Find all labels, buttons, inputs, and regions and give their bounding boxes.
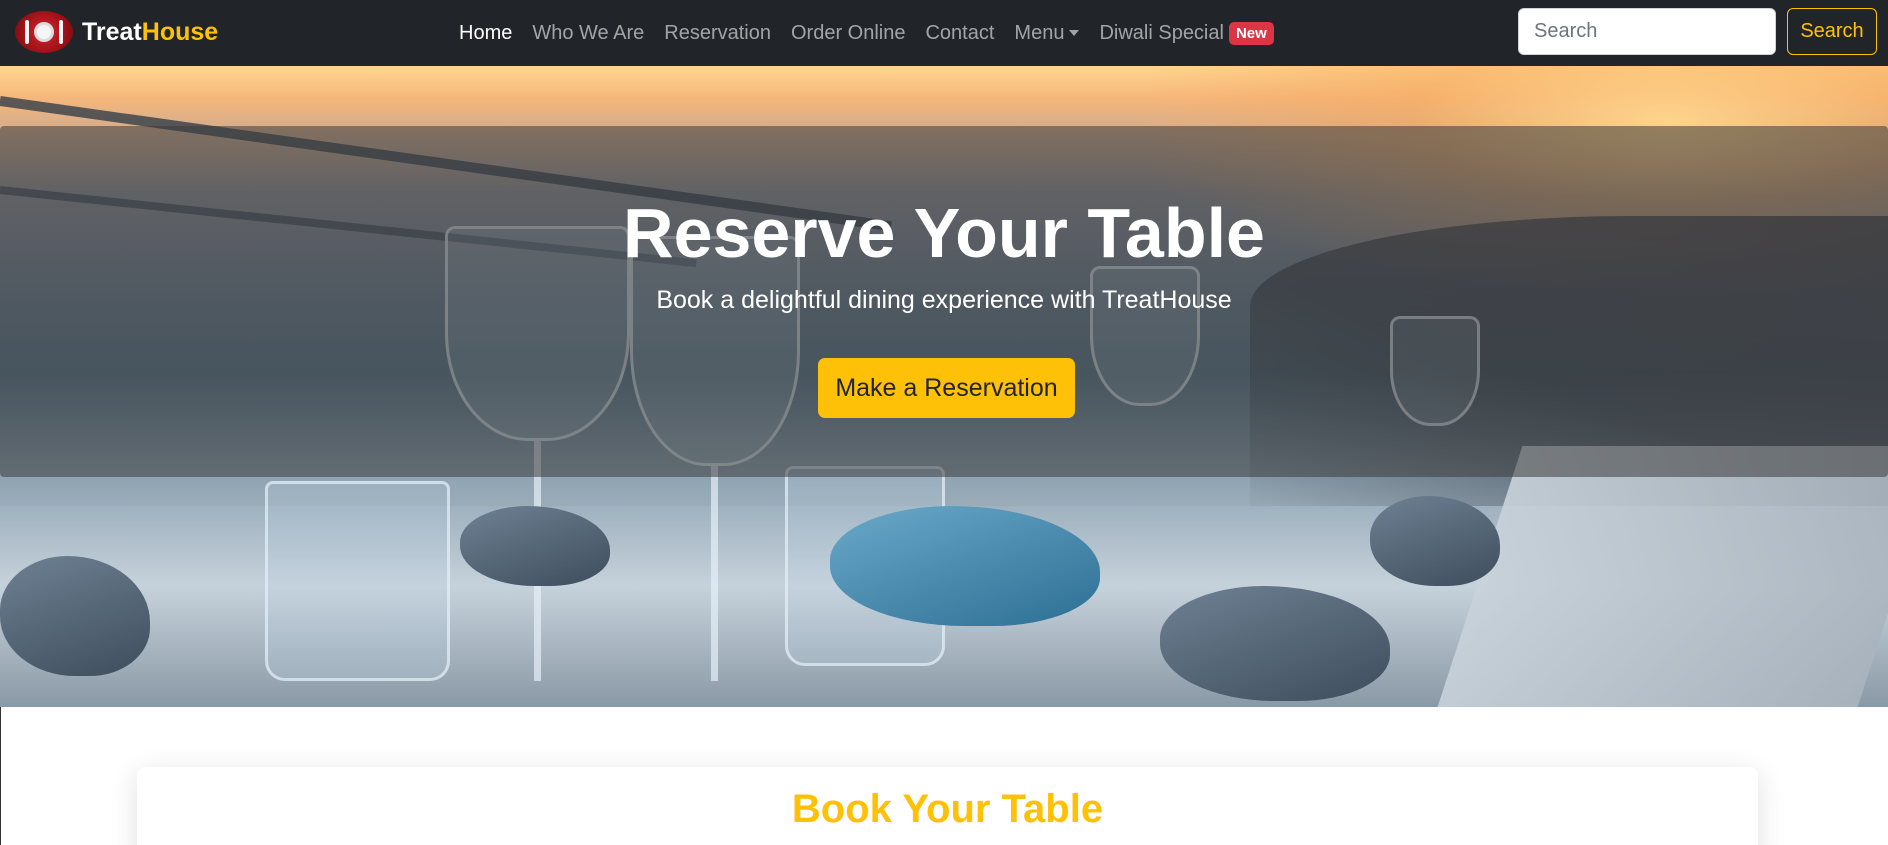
nav-contact[interactable]: Contact: [925, 22, 994, 45]
main-nav: Home Who We Are Reservation Order Online…: [459, 0, 1294, 66]
search-input[interactable]: [1518, 8, 1776, 55]
make-reservation-button[interactable]: Make a Reservation: [818, 358, 1075, 418]
hero-title: Reserve Your Table: [623, 194, 1265, 272]
restaurant-logo-icon: [15, 11, 73, 53]
water-glass-image: [265, 481, 450, 681]
new-badge: New: [1228, 21, 1274, 45]
caret-down-icon: [1069, 29, 1080, 36]
booking-title: Book Your Table: [791, 787, 1104, 831]
brand-name-part2: House: [141, 17, 219, 46]
navbar: TreatHouse Home Who We Are Reservation O…: [0, 0, 1888, 66]
nav-menu-dropdown[interactable]: Menu: [1014, 21, 1080, 45]
nav-who-we-are[interactable]: Who We Are: [532, 22, 644, 45]
nav-diwali-label: Diwali Special: [1099, 21, 1224, 44]
nav-order-online[interactable]: Order Online: [791, 22, 906, 45]
hero-subtitle: Book a delightful dining experience with…: [656, 286, 1232, 314]
booking-card: Book Your Table: [137, 767, 1758, 845]
nav-menu-label: Menu: [1014, 21, 1065, 44]
search-button[interactable]: Search: [1787, 8, 1877, 55]
brand-name: TreatHouse: [82, 18, 218, 47]
nav-reservation[interactable]: Reservation: [664, 22, 771, 45]
nav-home[interactable]: Home: [459, 22, 512, 45]
nav-diwali-special[interactable]: Diwali Special New: [1099, 21, 1274, 45]
brand-link[interactable]: TreatHouse: [15, 10, 218, 54]
brand-name-part1: Treat: [82, 17, 142, 46]
